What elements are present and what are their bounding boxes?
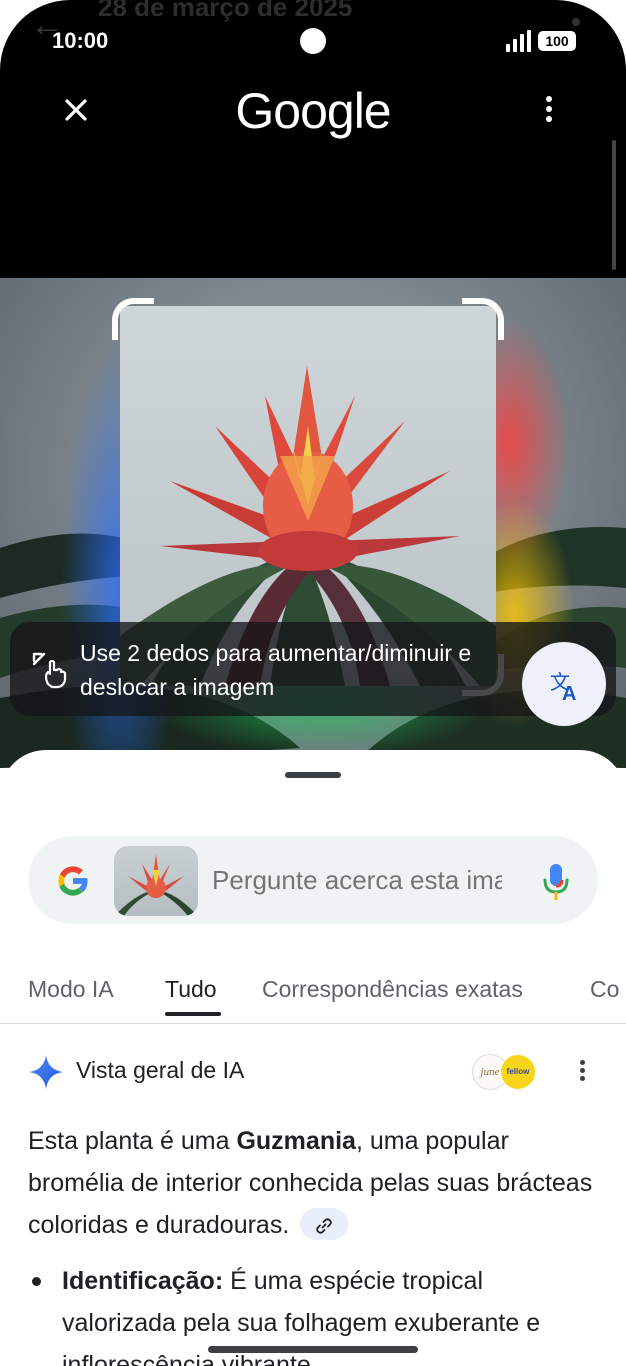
query-image-thumbnail[interactable] xyxy=(114,846,198,916)
active-tab-indicator xyxy=(165,1012,221,1016)
ai-sources[interactable]: june fellow xyxy=(472,1052,538,1092)
status-time: 10:00 xyxy=(52,28,109,53)
link-icon xyxy=(316,1218,333,1234)
zoom-hint-text: Use 2 dedos para aumentar/diminuir e des… xyxy=(80,640,472,700)
ai-overview-title: Vista geral de IA xyxy=(76,1057,245,1083)
phone-screen: ← 28 de março de 2025 10:00 100 Google U… xyxy=(0,0,626,1366)
ghost-dot xyxy=(572,18,580,26)
more-vert-icon xyxy=(536,96,562,122)
svg-text:A: A xyxy=(562,683,576,705)
tab-modo-ia[interactable]: Modo IA xyxy=(28,976,114,1003)
home-indicator[interactable] xyxy=(208,1346,418,1353)
sheet-drag-handle[interactable] xyxy=(285,772,341,778)
pinch-zoom-icon xyxy=(32,652,67,689)
sparkle-icon xyxy=(29,1055,63,1089)
close-button[interactable] xyxy=(58,92,94,128)
tab-correspondencias-exatas[interactable]: Correspondências exatas xyxy=(262,976,523,1003)
citation-link-button[interactable] xyxy=(300,1208,349,1241)
camera-cutout xyxy=(300,28,326,54)
ghost-date: 28 de março de 2025 xyxy=(98,0,353,22)
scroll-indicator xyxy=(612,140,616,270)
source-avatar-fellow[interactable]: fellow xyxy=(500,1054,536,1090)
mic-icon[interactable] xyxy=(542,862,570,902)
bullet-label: Identificação: xyxy=(62,1267,224,1295)
search-input[interactable] xyxy=(212,862,502,898)
ai-overview-header: Vista geral de IA june fellow xyxy=(28,1050,608,1094)
battery-indicator: 100 xyxy=(538,31,576,51)
top-bar: ← 28 de março de 2025 10:00 100 Google xyxy=(0,0,626,280)
tab-tudo[interactable]: Tudo xyxy=(165,976,217,1003)
google-logo: Google xyxy=(235,83,391,139)
bullet-dot xyxy=(32,1277,41,1286)
close-icon xyxy=(65,99,87,121)
summary-intro: Esta planta é uma xyxy=(28,1127,237,1155)
results-sheet: Modo IA Tudo Correspondências exatas Co … xyxy=(0,750,626,1366)
google-g-icon xyxy=(58,866,89,896)
crop-handle-top-right[interactable] xyxy=(462,298,504,340)
summary-plant-name: Guzmania xyxy=(236,1127,356,1155)
translate-icon: 文 A xyxy=(550,670,576,705)
more-vert-icon xyxy=(572,1060,592,1081)
ai-overview-summary: Esta planta é uma Guzmania, uma popular … xyxy=(28,1120,598,1246)
crop-handle-top-left[interactable] xyxy=(112,298,154,340)
translate-button[interactable]: 文 A xyxy=(522,642,606,726)
tab-more[interactable]: Co xyxy=(590,976,619,1003)
thumbnail-plant xyxy=(114,854,198,916)
more-options-button[interactable] xyxy=(536,96,562,126)
ai-overview-menu-button[interactable] xyxy=(572,1060,592,1088)
image-viewer[interactable]: Use 2 dedos para aumentar/diminuir e des… xyxy=(0,278,626,768)
results-tabs: Modo IA Tudo Correspondências exatas Co xyxy=(0,960,626,1024)
signal-icon xyxy=(506,30,532,52)
search-bar[interactable] xyxy=(28,836,598,924)
